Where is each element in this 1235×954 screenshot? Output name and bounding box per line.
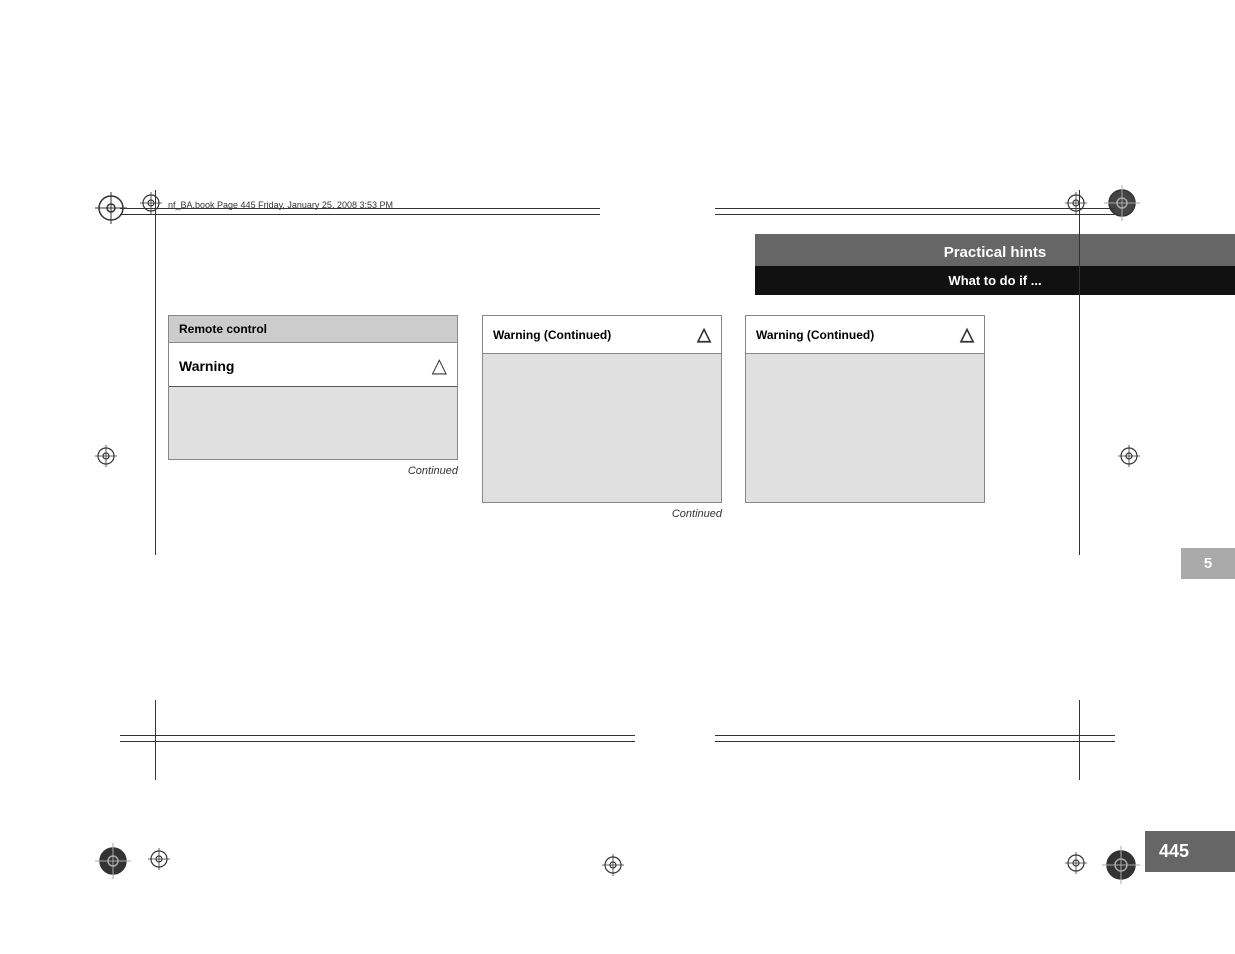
warning-content — [169, 387, 457, 459]
right-column: Warning (Continued) △ — [745, 315, 985, 503]
reg-mark-top-right-inner — [1065, 192, 1087, 214]
reg-mark-bottom-right-inner — [1065, 852, 1087, 874]
reg-mark-left-mid — [95, 445, 117, 467]
bottom-rule-right1 — [715, 735, 1115, 736]
middle-column: Warning (Continued) △ Continued — [482, 315, 722, 520]
warning-continued-icon-mid: △ — [697, 324, 711, 345]
reg-mark-bottom-center — [602, 854, 624, 876]
continued-label: Continued — [168, 460, 458, 477]
warning-continued-icon-right: △ — [960, 324, 974, 345]
warning-continued-header-right: Warning (Continued) △ — [746, 316, 984, 354]
reg-mark-bottom-left-inner — [148, 848, 170, 870]
remote-control-box: Remote control Warning △ — [168, 315, 458, 460]
continued-label-mid: Continued — [482, 503, 722, 520]
section-tab: 5 — [1181, 548, 1235, 579]
warning-continued-content-right — [746, 354, 984, 502]
left-rule-bottom — [155, 700, 156, 780]
header-rule-right — [715, 208, 1115, 209]
right-rule-top — [1079, 190, 1080, 555]
warning-continued-box-mid: Warning (Continued) △ — [482, 315, 722, 503]
warning-label: Warning — [179, 358, 234, 374]
reg-mark-bottom-left-outer — [95, 843, 131, 879]
reg-mark-top-right-outer — [1104, 185, 1140, 221]
remote-control-header: Remote control — [169, 316, 457, 343]
right-rule-bottom — [1079, 700, 1080, 780]
reg-mark-right-mid — [1118, 445, 1140, 467]
reg-mark-bottom-right-outer — [1102, 846, 1140, 884]
warning-continued-box-right: Warning (Continued) △ — [745, 315, 985, 503]
sub-header: What to do if ... — [755, 266, 1235, 295]
bottom-rule-right2 — [715, 741, 1115, 742]
file-info: nf_BA.book Page 445 Friday, January 25, … — [168, 200, 393, 210]
left-rule-top — [155, 190, 156, 555]
page-number-tab: 445 — [1145, 831, 1235, 872]
bottom-rule1 — [120, 735, 635, 736]
warning-row: Warning △ — [169, 343, 457, 387]
warning-continued-header-mid: Warning (Continued) △ — [483, 316, 721, 354]
bottom-rule2 — [120, 741, 635, 742]
header-rule-right2 — [715, 214, 1115, 215]
warning-triangle-icon: △ — [432, 353, 447, 378]
left-column: Remote control Warning △ Continued — [168, 315, 458, 477]
warning-continued-content-mid — [483, 354, 721, 502]
header-rule-left2 — [120, 214, 600, 215]
reg-mark-top-left-inner — [140, 192, 162, 214]
